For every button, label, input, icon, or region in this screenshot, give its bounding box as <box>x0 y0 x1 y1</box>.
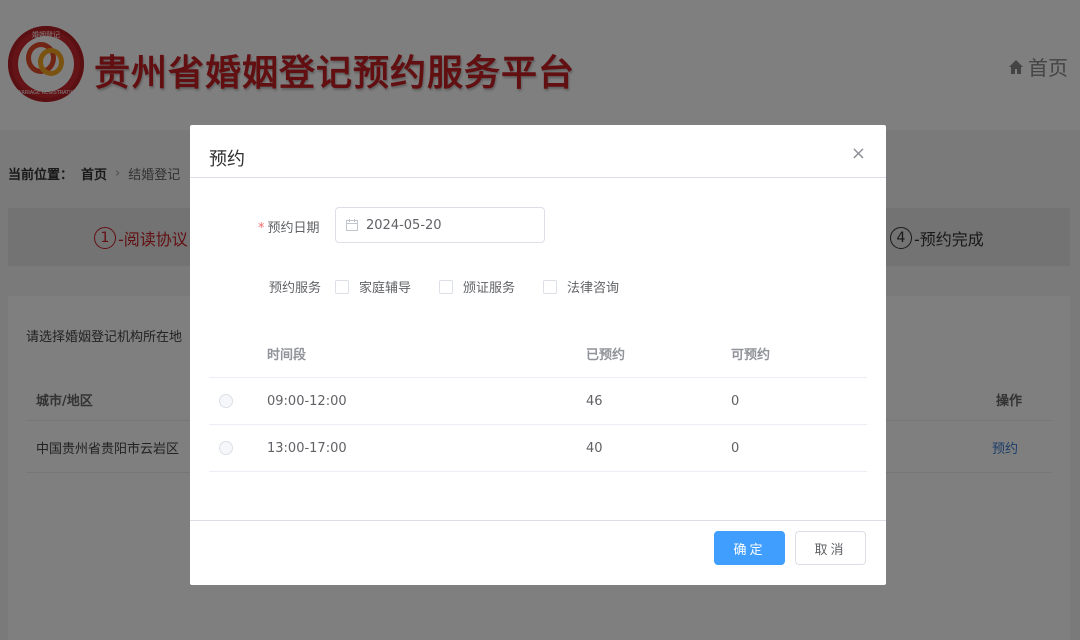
required-mark: * <box>258 221 265 236</box>
checkbox-legal-consulting[interactable]: 法律咨询 <box>543 277 619 296</box>
checkbox-label: 法律咨询 <box>567 281 620 296</box>
dialog-footer-divider <box>190 520 886 521</box>
slot-available-count: 0 <box>731 441 740 456</box>
date-field-label: * 预约日期 <box>258 217 320 236</box>
service-checkbox-group: 家庭辅导 颁证服务 法律咨询 <box>335 277 647 296</box>
slot-available-count: 0 <box>731 394 740 409</box>
slot-booked-count: 40 <box>586 441 603 456</box>
service-field-label: 预约服务 <box>269 281 322 296</box>
slot-radio[interactable] <box>219 441 233 455</box>
slot-booked-count: 46 <box>586 394 603 409</box>
slot-radio[interactable] <box>219 394 233 408</box>
confirm-button[interactable]: 确定 <box>714 531 785 565</box>
slot-table-header: 时间段 已预约 可预约 <box>209 335 867 378</box>
col-available-header: 可预约 <box>731 348 771 363</box>
dialog-title: 预约 <box>209 149 245 170</box>
checkbox-family-counseling[interactable]: 家庭辅导 <box>335 277 411 296</box>
table-row[interactable]: 13:00-17:00 40 0 <box>209 425 867 472</box>
checkbox-label: 颁证服务 <box>463 281 516 296</box>
calendar-icon <box>346 219 358 231</box>
close-icon[interactable]: × <box>851 143 866 164</box>
date-label-text: 预约日期 <box>267 221 320 236</box>
booking-dialog: 预约 × * 预约日期 2024-05-20 预约服务 家庭辅导 颁证服务 法律咨… <box>190 125 886 585</box>
checkbox-box[interactable] <box>543 279 558 294</box>
checkbox-box[interactable] <box>335 279 349 294</box>
checkbox-label: 家庭辅导 <box>359 281 412 296</box>
table-row[interactable]: 09:00-12:00 46 0 <box>209 378 867 425</box>
time-slot-table: 时间段 已预约 可预约 09:00-12:00 46 0 13:00-17:00… <box>209 335 867 472</box>
col-time-header: 时间段 <box>267 348 307 363</box>
checkbox-box[interactable] <box>439 279 454 294</box>
slot-time: 09:00-12:00 <box>267 394 347 409</box>
dialog-header-divider <box>190 177 886 178</box>
col-booked-header: 已预约 <box>586 348 626 363</box>
date-value: 2024-05-20 <box>366 217 442 233</box>
cancel-button[interactable]: 取消 <box>795 531 866 565</box>
date-picker-input[interactable]: 2024-05-20 <box>335 207 545 243</box>
slot-time: 13:00-17:00 <box>267 441 347 456</box>
checkbox-certificate-service[interactable]: 颁证服务 <box>439 277 515 296</box>
